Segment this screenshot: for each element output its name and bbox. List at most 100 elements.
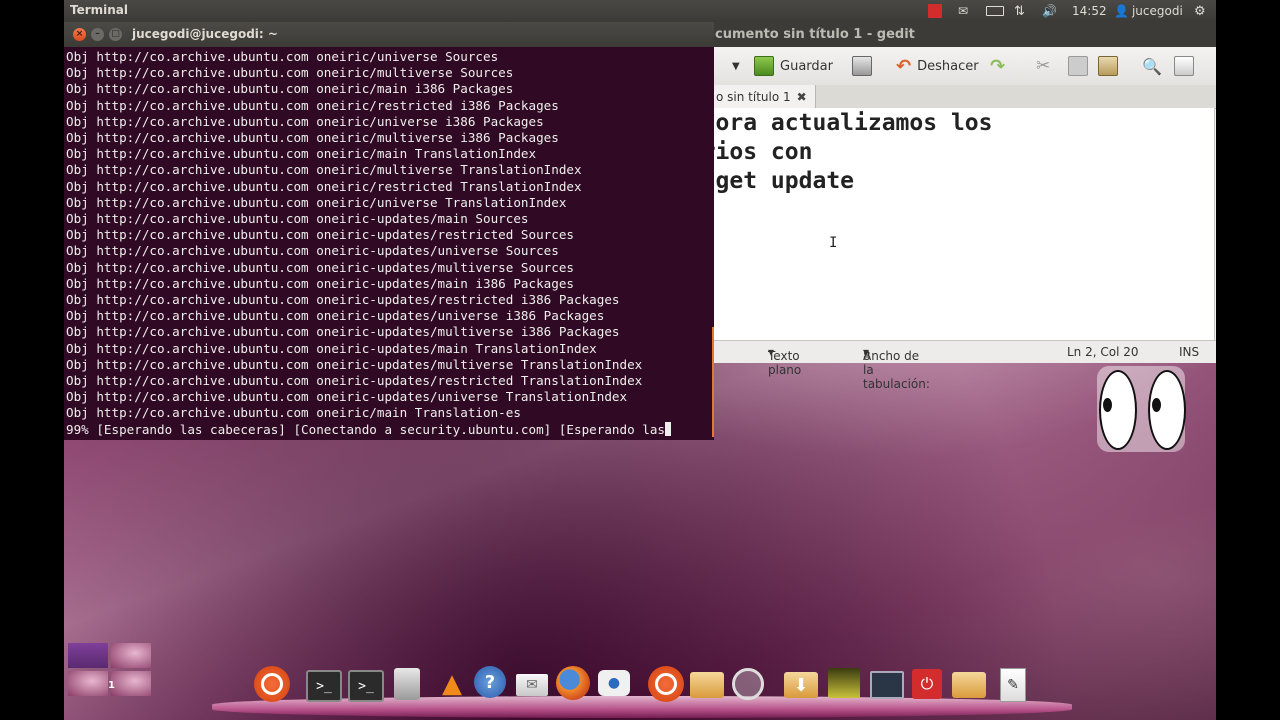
workspace-3[interactable] (68, 671, 108, 696)
text-cursor-icon: I (829, 235, 838, 251)
eye-icon (1099, 370, 1137, 450)
volume-icon[interactable]: 🔊 (1042, 3, 1057, 19)
tab-width-label: Ancho de la tabulación: (863, 349, 930, 391)
paste-button[interactable] (1098, 55, 1118, 77)
terminal-line: Obj http://co.archive.ubuntu.com oneiric… (66, 146, 537, 162)
folder-icon[interactable] (690, 672, 724, 698)
terminal-line: Obj http://co.archive.ubuntu.com oneiric… (66, 275, 574, 291)
terminal-scrollbar[interactable] (712, 327, 714, 437)
terminal-line: Obj http://co.archive.ubuntu.com oneiric… (66, 227, 574, 243)
help-icon[interactable]: ? (474, 666, 506, 698)
terminal-line: Obj http://co.archive.ubuntu.com oneiric… (66, 340, 597, 356)
chat-icon[interactable]: ● (598, 670, 630, 696)
terminal-line: Obj http://co.archive.ubuntu.com oneiric… (66, 405, 521, 421)
terminal-output[interactable]: Obj http://co.archive.ubuntu.com oneiric… (66, 49, 712, 439)
terminal-line: Obj http://co.archive.ubuntu.com oneiric… (66, 292, 620, 308)
user-menu[interactable]: 👤 jucegodi (1114, 3, 1183, 19)
terminal-line: Obj http://co.archive.ubuntu.com oneiric… (66, 65, 514, 81)
terminal-title: jucegodi@jucegodi: ~ (132, 27, 278, 41)
replace-button[interactable] (1174, 55, 1194, 77)
undo-button[interactable]: ↶ Deshacer (896, 55, 979, 77)
print-button[interactable] (852, 55, 878, 77)
xeyes-widget (1097, 366, 1186, 452)
dock: >_ >_ ▲ ? ✉ ● ⬇ ⏻ ✎ (212, 658, 1072, 718)
gear-icon[interactable]: ⚙ (1194, 3, 1206, 19)
minimize-button[interactable]: – (91, 28, 104, 41)
ubuntu-logo-icon[interactable] (254, 666, 290, 702)
terminal-line: Obj http://co.archive.ubuntu.com oneiric… (66, 113, 544, 129)
search-icon[interactable] (732, 668, 764, 700)
close-button[interactable]: × (73, 28, 86, 41)
terminal-cursor (664, 421, 671, 436)
terminal-line: Obj http://co.archive.ubuntu.com oneiric… (66, 49, 499, 64)
workspace-4[interactable] (111, 671, 151, 696)
maximize-button[interactable]: □ (109, 28, 122, 41)
terminal-icon[interactable]: >_ (306, 670, 342, 702)
gedit-title: cumento sin título 1 - gedit (715, 27, 915, 42)
workspace-2[interactable] (111, 643, 151, 668)
save-label: Guardar (780, 58, 833, 74)
network-icon[interactable]: ⇅ (1014, 3, 1025, 19)
terminal-line: Obj http://co.archive.ubuntu.com oneiric… (66, 194, 567, 210)
clock[interactable]: 14:52 (1072, 3, 1107, 19)
terminal-line: Obj http://co.archive.ubuntu.com oneiric… (66, 178, 582, 194)
firefox-icon[interactable] (556, 666, 590, 700)
desktop: Terminal ✉ ⇅ 🔊 14:52 👤 jucegodi ⚙ cumento… (64, 0, 1216, 720)
folder-download-icon[interactable]: ⬇ (784, 672, 818, 698)
copy-icon (1068, 56, 1088, 76)
terminal-line: Obj http://co.archive.ubuntu.com oneiric… (66, 389, 628, 405)
save-button[interactable]: Guardar (754, 55, 833, 77)
ubuntu-logo-icon[interactable] (648, 666, 684, 702)
eye-icon (1148, 370, 1186, 450)
stop-indicator-icon[interactable] (928, 4, 942, 18)
tab-width-selector[interactable]: Ancho de la tabulación: 8 ▾ (863, 345, 930, 391)
open-dropdown-icon[interactable]: ▼ (732, 55, 740, 77)
document-tab[interactable]: o sin título 1 ✖ (704, 85, 816, 108)
save-icon (754, 56, 774, 76)
terminal-line: Obj http://co.archive.ubuntu.com oneiric… (66, 130, 559, 146)
terminal-window: × – □ jucegodi@jucegodi: ~ Obj http://co… (64, 22, 714, 440)
paste-icon (1098, 56, 1118, 76)
terminal-line: Obj http://co.archive.ubuntu.com oneiric… (66, 373, 643, 389)
cone-icon[interactable]: ▲ (434, 666, 470, 702)
power-icon[interactable]: ⏻ (912, 669, 942, 699)
mail-icon[interactable]: ✉ (958, 3, 968, 19)
monitor-icon[interactable] (870, 671, 904, 699)
language-label: Texto plano (768, 349, 802, 377)
document-tab-label: o sin título 1 (716, 89, 791, 104)
user-icon: 👤 (1114, 4, 1129, 18)
terminal-line: Obj http://co.archive.ubuntu.com oneiric… (66, 162, 582, 178)
user-name: jucegodi (1131, 4, 1183, 18)
terminal-line: Obj http://co.archive.ubuntu.com oneiric… (66, 259, 574, 275)
terminal-icon[interactable]: >_ (348, 670, 384, 702)
photo-icon[interactable] (828, 668, 860, 698)
editor-content[interactable]: ahora actualizamos los torios con pt-get… (674, 109, 993, 196)
terminal-line: Obj http://co.archive.ubuntu.com oneiric… (66, 356, 643, 372)
mail-icon[interactable]: ✉ (516, 674, 548, 696)
calculator-icon[interactable] (394, 668, 420, 700)
tab-width-value: 8 (863, 349, 871, 363)
document-icon[interactable]: ✎ (1000, 668, 1026, 702)
search-icon[interactable]: 🔍 (1142, 55, 1162, 77)
cut-icon[interactable]: ✂ (1036, 55, 1050, 77)
undo-icon: ↶ (896, 55, 912, 77)
terminal-line: Obj http://co.archive.ubuntu.com oneiric… (66, 97, 559, 113)
workspace-switcher[interactable]: 1 (68, 643, 152, 697)
copy-button[interactable] (1068, 55, 1088, 77)
terminal-line: Obj http://co.archive.ubuntu.com oneiric… (66, 81, 514, 97)
folder-icon[interactable] (952, 672, 986, 698)
battery-icon[interactable] (986, 6, 1004, 16)
close-icon[interactable]: ✖ (797, 90, 807, 104)
cursor-position: Ln 2, Col 20 (1067, 345, 1139, 359)
workspace-badge: 1 (108, 680, 115, 691)
workspace-1[interactable] (68, 643, 108, 668)
active-app-name: Terminal (70, 3, 129, 17)
replace-icon (1174, 56, 1194, 76)
terminal-titlebar[interactable]: × – □ jucegodi@jucegodi: ~ (64, 22, 714, 47)
redo-icon[interactable]: ↷ (990, 55, 1005, 77)
print-icon (852, 56, 872, 76)
insert-mode: INS (1179, 345, 1200, 359)
language-selector[interactable]: Texto plano ▾ (768, 345, 801, 377)
undo-label: Deshacer (917, 58, 979, 74)
top-panel: Terminal ✉ ⇅ 🔊 14:52 👤 jucegodi ⚙ (64, 0, 1216, 22)
